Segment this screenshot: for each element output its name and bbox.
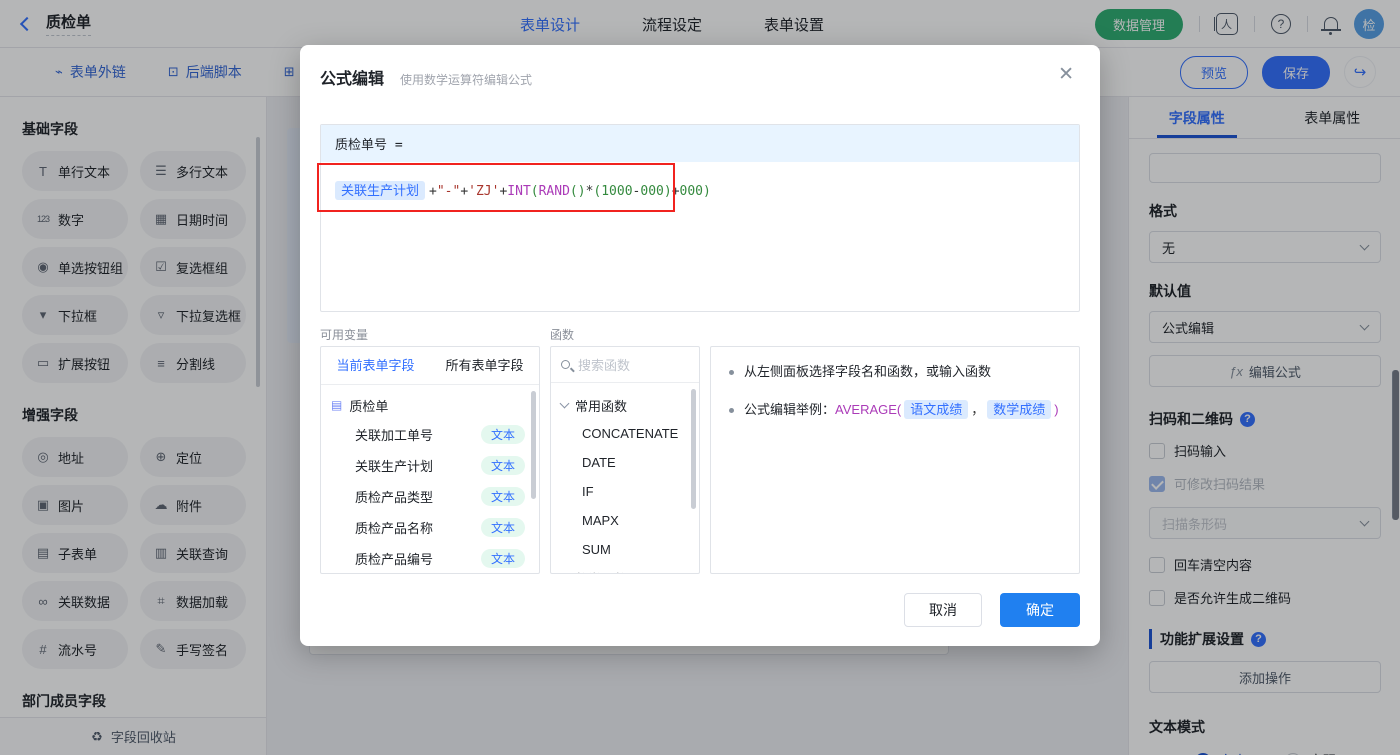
function-item-SUM[interactable]: SUM: [561, 535, 699, 564]
vars-tab-所有表单字段[interactable]: 所有表单字段: [430, 347, 539, 384]
modal-footer: 取消 确定: [904, 593, 1080, 627]
page-scrollbar[interactable]: [1393, 370, 1399, 520]
formula-token: (): [569, 184, 586, 199]
formula-token: ): [703, 184, 711, 199]
function-item-IF[interactable]: IF: [561, 477, 699, 506]
formula-expression[interactable]: 关联生产计划 +"-"+'ZJ'+INT(RAND()*(1000-000)+00…: [321, 162, 1079, 217]
formula-token: "-": [436, 184, 461, 199]
function-item-DATE[interactable]: DATE: [561, 448, 699, 477]
functions-scrollbar[interactable]: [691, 389, 696, 509]
formula-editor[interactable]: 质检单号 = 关联生产计划 +"-"+'ZJ'+INT(RAND()*(1000-…: [320, 124, 1080, 312]
formula-token: INT: [507, 184, 531, 199]
function-group-label: 数学函数: [575, 569, 627, 574]
tip-line: 公式编辑举例：AVERAGE(语文成绩，数学成绩): [729, 399, 1061, 421]
variable-type-badge: 文本: [480, 549, 525, 568]
formula-token: ): [1054, 402, 1059, 417]
function-group-数学函数[interactable]: 数学函数: [561, 564, 699, 574]
function-group-label: 常用函数: [575, 398, 628, 414]
cancel-button[interactable]: 取消: [904, 593, 982, 627]
vars-tab-当前表单字段[interactable]: 当前表单字段: [321, 347, 430, 384]
formula-token: +: [429, 184, 437, 199]
variable-type-badge: 文本: [480, 518, 525, 537]
formula-target: 质检单号 =: [321, 125, 1079, 162]
variables-panel: 当前表单字段 所有表单字段 ▤ 质检单 关联加工单号 文本 关联生产计划 文本 质检产品类…: [320, 346, 540, 574]
function-item-MAPX[interactable]: MAPX: [561, 506, 699, 535]
formula-editor-modal: 公式编辑 使用数学运算符编辑公式 ✕ 质检单号 = 关联生产计划 +"-"+'ZJ…: [300, 45, 1100, 646]
variable-name: 关联生产计划: [355, 459, 434, 474]
variable-name: 质检产品类型: [355, 490, 434, 505]
chevron-right-icon: [560, 573, 570, 574]
variables-scrollbar[interactable]: [531, 391, 536, 499]
form-root-label: 质检单: [349, 398, 389, 414]
formula-token: ，: [971, 402, 985, 417]
formula-token: 000: [679, 184, 703, 199]
variable-row-质检产品编号[interactable]: 质检产品编号 文本: [331, 543, 535, 573]
variable-type-badge: 文本: [480, 487, 525, 506]
variable-row-质检产品名称[interactable]: 质检产品名称 文本: [331, 512, 535, 543]
formula-token: (: [530, 184, 539, 199]
modal-title: 公式编辑: [320, 71, 385, 88]
search-placeholder: 搜索函数: [578, 358, 631, 373]
modal-subtitle: 使用数学运算符编辑公式: [400, 73, 533, 87]
functions-label: 函数: [550, 328, 575, 342]
formula-token: 000: [640, 184, 664, 199]
formula-token: 1000: [601, 184, 633, 199]
variable-type-badge: 文本: [480, 456, 525, 475]
confirm-button[interactable]: 确定: [1000, 593, 1080, 627]
formula-token: RAND: [538, 184, 570, 199]
formula-token: ): [663, 184, 672, 199]
variable-row-关联生产计划[interactable]: 关联生产计划 文本: [331, 450, 535, 481]
functions-panel: 搜索函数 常用函数CONCATENATEDATEIFMAPXSUM数学函数文本函…: [550, 346, 700, 574]
field-token-语文成绩[interactable]: 语文成绩: [904, 400, 969, 419]
bullet-icon: [729, 408, 734, 413]
field-token-数学成绩[interactable]: 数学成绩: [987, 400, 1052, 419]
function-group-常用函数[interactable]: 常用函数: [559, 391, 699, 419]
tip-example: 公式编辑举例：AVERAGE(语文成绩，数学成绩): [744, 400, 1059, 419]
tip-line: 从左侧面板选择字段名和函数，或输入函数: [729, 361, 1061, 383]
modal-header: 公式编辑 使用数学运算符编辑公式: [300, 45, 1100, 89]
tip-text: 从左侧面板选择字段名和函数，或输入函数: [744, 364, 992, 379]
function-search[interactable]: 搜索函数: [551, 347, 699, 383]
variable-name: 关联加工单号: [355, 428, 434, 443]
formula-token: +: [671, 184, 680, 199]
variable-name: 质检产品编号: [355, 552, 434, 567]
formula-token: +: [460, 184, 469, 199]
function-item-CONCATENATE[interactable]: CONCATENATE: [561, 419, 699, 448]
search-icon: [561, 360, 570, 369]
page-root: 质检单 表单设计流程设定表单设置 数据管理 ? 检 ⌁表单外链⊡后端脚本⊞数据权…: [0, 0, 1400, 755]
variable-row-质检产品类型[interactable]: 质检产品类型 文本: [331, 481, 535, 512]
variable-name: 质检产品名称: [355, 521, 434, 536]
form-tree-root[interactable]: ▤ 质检单: [331, 391, 535, 419]
variable-row-关联加工单号[interactable]: 关联加工单号 文本: [331, 419, 535, 450]
field-token-关联生产计划[interactable]: 关联生产计划: [335, 181, 426, 200]
close-icon[interactable]: ✕: [1058, 63, 1074, 85]
formula-token: 'ZJ': [468, 184, 500, 199]
form-doc-icon: ▤: [331, 398, 343, 412]
chevron-down-icon: [559, 398, 570, 408]
formula-token: AVERAGE(: [835, 402, 902, 417]
bullet-icon: [729, 370, 734, 375]
variable-type-badge: 文本: [480, 425, 525, 444]
tips-panel: 从左侧面板选择字段名和函数，或输入函数 公式编辑举例：AVERAGE(语文成绩，…: [710, 346, 1080, 574]
variables-label: 可用变量: [320, 328, 369, 342]
